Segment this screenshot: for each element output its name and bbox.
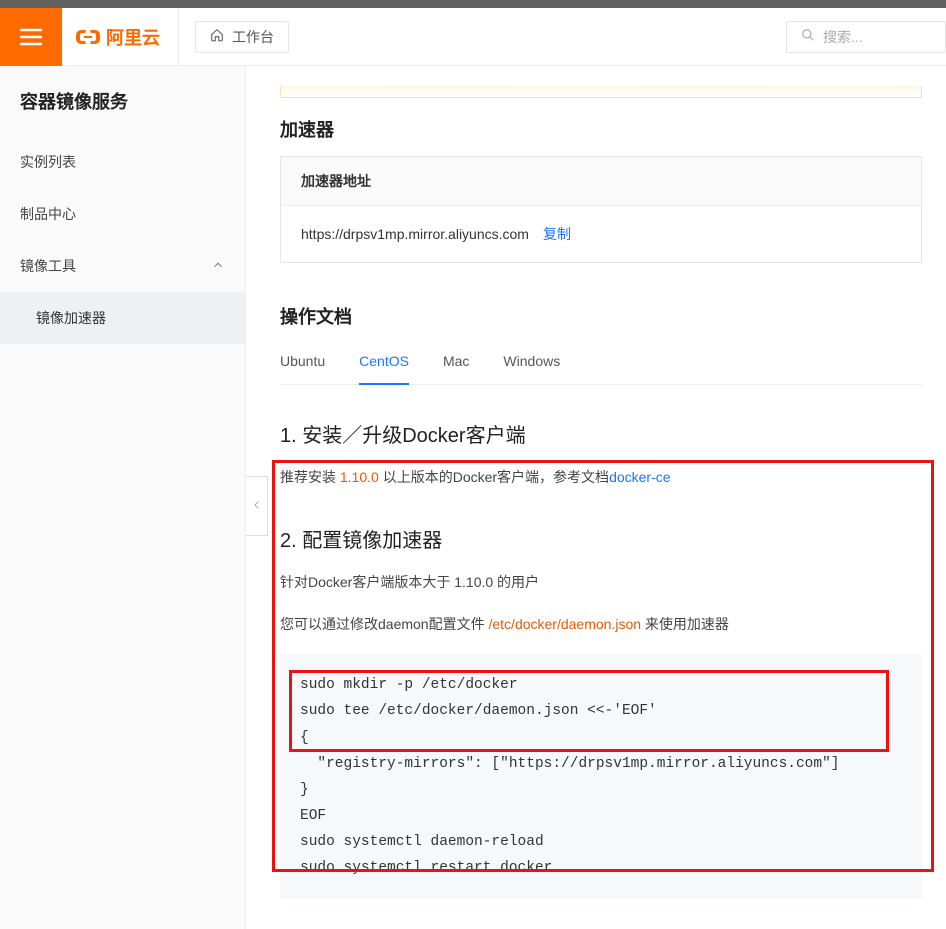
accelerator-heading: 加速器	[280, 116, 922, 142]
sidebar-title: 容器镜像服务	[0, 66, 245, 136]
workbench-label: 工作台	[232, 27, 274, 47]
accelerator-card-title: 加速器地址	[281, 157, 921, 206]
step2-p1: 针对Docker客户端版本大于 1.10.0 的用户	[280, 571, 922, 595]
sidebar-item-instances[interactable]: 实例列表	[0, 136, 245, 188]
sidebar: 容器镜像服务 实例列表 制品中心 镜像工具 镜像加速器	[0, 66, 246, 929]
tab-mac[interactable]: Mac	[443, 343, 469, 384]
os-tabs: Ubuntu CentOS Mac Windows	[280, 343, 922, 385]
menu-button[interactable]	[0, 8, 62, 66]
accelerator-card: 加速器地址 https://drpsv1mp.mirror.aliyuncs.c…	[280, 156, 922, 263]
version-text: 1.10.0	[340, 469, 379, 485]
home-icon	[210, 28, 224, 45]
step1-title: 1. 安装／升级Docker客户端	[280, 419, 922, 448]
workbench-button[interactable]: 工作台	[195, 21, 289, 53]
step2-title: 2. 配置镜像加速器	[280, 524, 922, 553]
chevron-left-icon	[252, 497, 262, 516]
code-block[interactable]: sudo mkdir -p /etc/docker sudo tee /etc/…	[280, 654, 922, 899]
brand[interactable]: 阿里云	[62, 8, 179, 66]
search-placeholder: 搜索...	[823, 27, 863, 47]
hamburger-icon	[19, 28, 43, 46]
tab-ubuntu[interactable]: Ubuntu	[280, 343, 325, 384]
step2-p2: 您可以通过修改daemon配置文件 /etc/docker/daemon.jso…	[280, 613, 922, 637]
daemon-json-path: /etc/docker/daemon.json	[488, 616, 641, 632]
search-box[interactable]: 搜索...	[786, 21, 946, 53]
sidebar-item-mirror-accelerator[interactable]: 镜像加速器	[0, 292, 245, 344]
sidebar-item-mirror-tools[interactable]: 镜像工具	[0, 240, 245, 292]
collapse-sidebar-handle[interactable]	[246, 476, 268, 536]
docker-ce-link[interactable]: docker-ce	[609, 469, 670, 485]
step1-text: 推荐安装 1.10.0 以上版本的Docker客户端，参考文档docker-ce	[280, 466, 922, 490]
notice-banner	[280, 86, 922, 98]
docs-heading: 操作文档	[280, 303, 922, 329]
aliyun-logo-icon	[76, 25, 100, 49]
sidebar-item-products[interactable]: 制品中心	[0, 188, 245, 240]
tab-windows[interactable]: Windows	[503, 343, 560, 384]
main-content: 加速器 加速器地址 https://drpsv1mp.mirror.aliyun…	[246, 66, 946, 929]
topbar: 阿里云 工作台 搜索...	[0, 8, 946, 66]
copy-link[interactable]: 复制	[543, 224, 571, 244]
search-icon	[801, 28, 815, 45]
tab-centos[interactable]: CentOS	[359, 343, 409, 385]
brand-label: 阿里云	[106, 24, 160, 50]
accelerator-url: https://drpsv1mp.mirror.aliyuncs.com	[301, 226, 529, 242]
chevron-up-icon	[211, 258, 225, 275]
